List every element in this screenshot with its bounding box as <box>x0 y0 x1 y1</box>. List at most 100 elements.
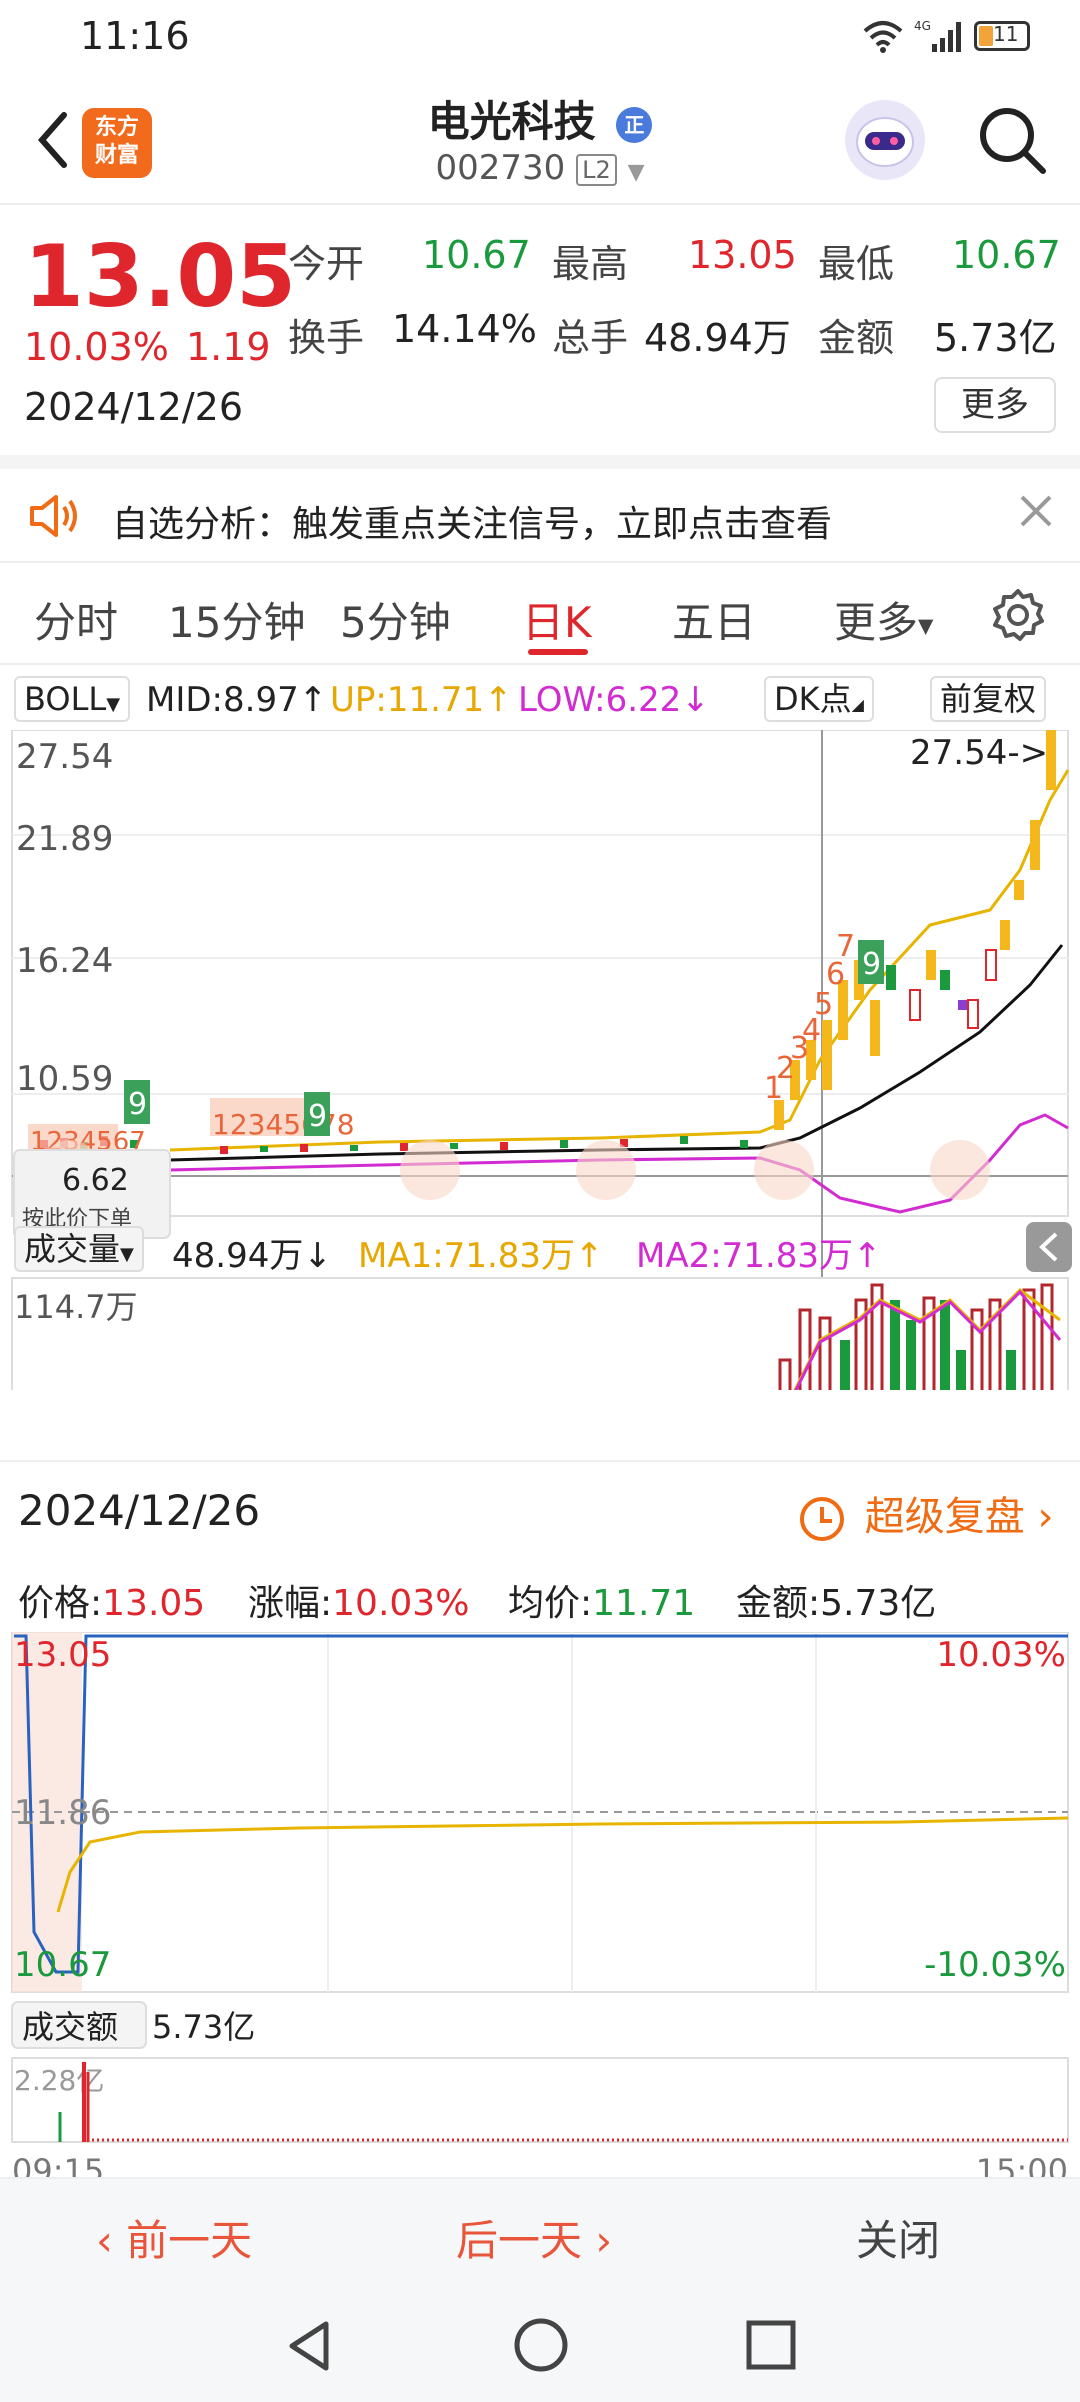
stock-name-text: 电光科技 <box>427 97 596 146</box>
change-amount: 1.19 <box>186 325 271 369</box>
max-price-marker: 27.54-> <box>910 733 1048 773</box>
tab-more-label: 更多 <box>834 598 919 647</box>
tab-fenshi[interactable]: 分时 <box>34 589 118 650</box>
svg-text:12345678: 12345678 <box>212 1108 355 1141</box>
super-replay-link[interactable]: 超级复盘 › <box>800 1484 1053 1542</box>
nav-back-icon[interactable] <box>282 2318 338 2374</box>
open-value: 10.67 <box>422 233 531 277</box>
more-button[interactable]: 更多 <box>934 377 1056 433</box>
nav-home-icon[interactable] <box>512 2316 570 2374</box>
volume-name: 成交量 <box>24 1230 121 1268</box>
svg-text:5: 5 <box>814 987 833 1022</box>
period-tabs: 分时 15分钟 5分钟 日K 五日 更多▼ <box>0 565 1080 665</box>
intraday-chart[interactable]: 13.05 11.86 10.67 10.03% -10.03% 成交额 5.7… <box>0 1632 1080 2192</box>
dk-point-label: DK点 <box>774 680 852 718</box>
price-info-label: 价格: <box>18 1583 103 1624</box>
nav-recents-icon[interactable] <box>744 2318 798 2372</box>
popup-y-high: 13.05 <box>14 1635 111 1675</box>
alert-banner[interactable]: 自选分析：触发重点关注信号，立即点击查看 <box>0 455 1080 563</box>
wifi-icon <box>863 21 903 53</box>
volume-indicator-row: 成交量▼ 48.94万↓ MA1:71.83万↑ MA2:71.83万↑ <box>0 1222 1080 1278</box>
status-time: 11:16 <box>80 14 190 58</box>
k-line-chart[interactable]: 27.54 21.89 16.24 10.59 27.54-> 1234567 … <box>0 730 1080 1390</box>
chg-info: 涨幅:10.03% <box>248 1574 469 1626</box>
amount-info: 金额:5.73亿 <box>736 1574 936 1626</box>
tab-15min[interactable]: 15分钟 <box>168 589 305 650</box>
amount-label: 金额 <box>818 316 895 360</box>
boll-mid: MID:8.97↑ <box>146 680 328 720</box>
amount-info-value: 5.73亿 <box>820 1583 937 1624</box>
tab-daily-k[interactable]: 日K <box>522 589 592 650</box>
tab-more[interactable]: 更多▼ <box>834 589 933 650</box>
close-button[interactable]: 关闭 <box>856 2207 940 2268</box>
change-percent: 10.03% <box>24 325 169 369</box>
quote-panel: 13.05 10.03% 1.19 2024/12/26 今开 10.67 最高… <box>0 207 1080 452</box>
boll-low: LOW:6.22↓ <box>518 680 710 720</box>
popup-y-mid: 11.86 <box>14 1793 111 1833</box>
speaker-icon <box>30 495 77 537</box>
volume-label: 总手 <box>552 316 629 360</box>
tab-five-day[interactable]: 五日 <box>672 589 756 650</box>
indicator-caret-icon: ▼ <box>106 694 121 715</box>
search-icon[interactable] <box>975 103 1050 178</box>
turnover-value: 14.14% <box>392 307 537 351</box>
svg-text:9: 9 <box>128 1087 147 1122</box>
volume-value: 48.94万↓ <box>172 1236 332 1276</box>
min-price: 6.62 <box>62 1163 129 1198</box>
indicator-row: BOLL▼ MID:8.97↑ UP:11.71↑ LOW:6.22↓ DK点◢… <box>0 668 1080 730</box>
amount-info-label: 金额: <box>736 1583 821 1624</box>
chg-info-value: 10.03% <box>332 1583 470 1624</box>
status-icons: 4G 11 <box>862 18 1030 54</box>
adjust-select[interactable]: 前复权 <box>930 676 1047 722</box>
tab-5min[interactable]: 5分钟 <box>340 589 451 650</box>
dk-point-select[interactable]: DK点◢ <box>764 676 874 722</box>
battery-level: 11 <box>993 22 1019 46</box>
popup-pct-high: 10.03% <box>936 1635 1066 1675</box>
gear-icon[interactable] <box>990 587 1046 643</box>
svg-text:4G: 4G <box>914 19 931 33</box>
popup-pct-low: -10.03% <box>924 1945 1066 1985</box>
indicator-select[interactable]: BOLL▼ <box>14 676 131 722</box>
boll-up: UP:11.71↑ <box>330 680 513 720</box>
high-label: 最高 <box>552 242 629 286</box>
amount-select-label: 成交额 <box>22 2008 118 2046</box>
open-label: 今开 <box>288 242 365 286</box>
close-icon[interactable] <box>1016 491 1056 531</box>
alert-text: 自选分析：触发重点关注信号，立即点击查看 <box>112 504 833 545</box>
y-label-4: 10.59 <box>16 1059 113 1099</box>
svg-text:7: 7 <box>836 929 855 964</box>
prev-day-button[interactable]: ‹ 前一天 <box>96 2207 252 2268</box>
turnover-label: 换手 <box>288 316 365 360</box>
svg-text:9: 9 <box>308 1099 327 1134</box>
day-nav: ‹ 前一天 后一天 › 关闭 <box>0 2177 1080 2282</box>
chevron-left-icon: ‹ <box>96 2216 127 2265</box>
volume-value: 48.94万 <box>644 316 791 360</box>
signal-icon: 4G <box>914 19 961 52</box>
robot-assistant-icon[interactable] <box>845 100 925 180</box>
super-replay-label: 超级复盘 <box>864 1494 1025 1540</box>
popup-y-low: 10.67 <box>14 1945 111 1985</box>
next-day-button[interactable]: 后一天 › <box>456 2207 612 2268</box>
stock-code-text: 002730 <box>435 148 566 188</box>
price-info-value: 13.05 <box>102 1583 206 1624</box>
status-bar: 11:16 4G 11 <box>0 0 1080 70</box>
avg-info: 均价:11.71 <box>508 1574 695 1626</box>
low-label: 最低 <box>818 242 895 286</box>
active-tab-underline <box>528 649 588 655</box>
intraday-popup: 2024/12/26 超级复盘 › 价格:13.05 涨幅:10.03% 均价:… <box>0 1460 1080 2402</box>
history-icon <box>800 1497 844 1541</box>
quote-date: 2024/12/26 <box>24 385 244 429</box>
tab-more-caret-icon: ▼ <box>918 613 934 638</box>
chg-info-label: 涨幅: <box>248 1583 333 1624</box>
vol-ma2: MA2:71.83万↑ <box>636 1236 882 1276</box>
system-nav-bar <box>0 2282 1080 2402</box>
next-day-label: 后一天 <box>456 2216 583 2265</box>
stock-header: 东方 财富 电光科技 正 002730 L2 ▼ <box>0 70 1080 205</box>
dk-caret-icon: ◢ <box>851 695 864 714</box>
volume-select[interactable]: 成交量▼ <box>14 1226 144 1272</box>
battery-icon: 11 <box>974 21 1030 51</box>
vol-max-label: 114.7万 <box>14 1288 138 1326</box>
amount-max-label: 2.28亿 <box>14 2064 104 2097</box>
avg-info-label: 均价: <box>508 1583 593 1624</box>
avg-info-value: 11.71 <box>592 1583 696 1624</box>
